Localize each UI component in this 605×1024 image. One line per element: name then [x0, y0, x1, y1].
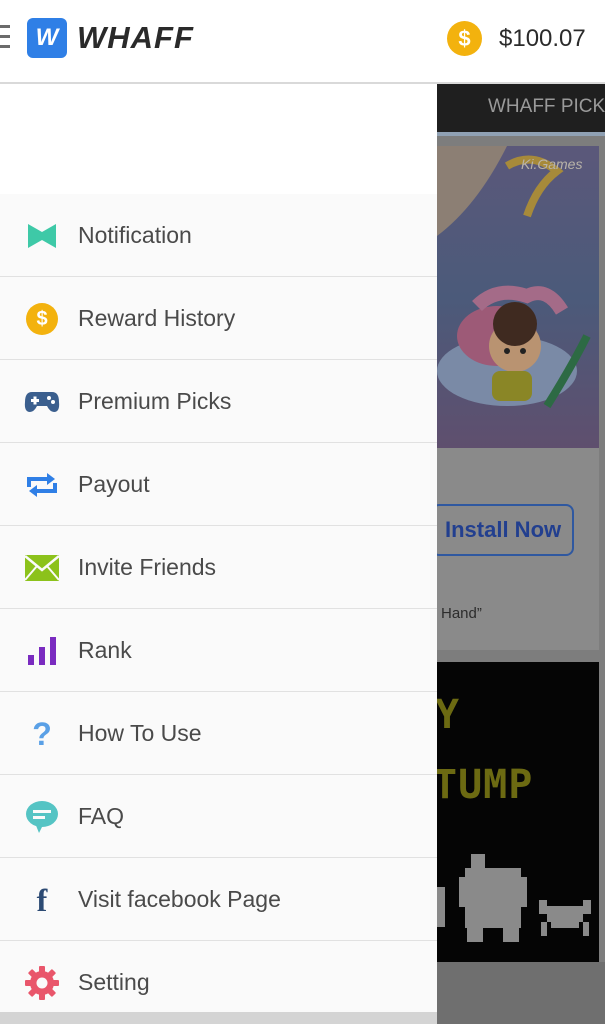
app-banner-image: Ki.Games: [437, 146, 599, 448]
logo-text: WHAFF: [77, 20, 194, 55]
navigation-drawer: Notification $ Reward History Premium Pi…: [0, 84, 437, 1024]
banner-brand: Ki.Games: [521, 156, 583, 172]
menu-label: Payout: [78, 471, 150, 497]
payout-icon: [24, 467, 60, 503]
menu-item-rank[interactable]: Rank: [0, 609, 437, 692]
menu-label: FAQ: [78, 803, 125, 829]
tab-indicator: [437, 132, 605, 136]
menu-label: Premium Picks: [78, 388, 232, 414]
menu-item-how-to-use[interactable]: ? How To Use: [0, 692, 437, 775]
menu-label: Visit facebook Page: [78, 886, 281, 912]
coin-icon: $: [24, 301, 60, 337]
notification-icon: [24, 218, 60, 254]
app-description: Hand”: [441, 605, 482, 622]
menu-item-payout[interactable]: Payout: [0, 443, 437, 526]
facebook-symbol: f: [36, 881, 48, 918]
menu-item-invite-friends[interactable]: Invite Friends: [0, 526, 437, 609]
faq-icon: [24, 799, 60, 835]
menu-item-reward-history[interactable]: $ Reward History: [0, 277, 437, 360]
gamepad-icon: [24, 384, 60, 420]
rank-icon: [24, 633, 60, 669]
menu-label: How To Use: [78, 720, 202, 746]
balance-value: $100.07: [499, 25, 586, 52]
install-now-button[interactable]: Install Now: [437, 504, 574, 556]
gear-icon: [24, 965, 60, 1001]
coin-icon: $: [447, 21, 482, 56]
background-tab-bar: WHAFF PICK: [437, 84, 605, 132]
menu-item-faq[interactable]: FAQ: [0, 775, 437, 858]
menu-label: Reward History: [78, 305, 236, 331]
app-card-2: Y TUMP: [437, 662, 599, 962]
menu-label: Notification: [78, 222, 192, 248]
pixel-art-characters: [437, 854, 591, 942]
menu-icon[interactable]: [0, 25, 12, 51]
background-content: WHAFF PICK Ki.Games Install Now Hand” Y …: [437, 84, 605, 1024]
drawer-menu: Notification $ Reward History Premium Pi…: [0, 194, 437, 1024]
menu-item-premium-picks[interactable]: Premium Picks: [0, 360, 437, 443]
background-bottom-strip: [437, 962, 605, 1024]
facebook-icon: f: [24, 882, 60, 918]
logo-badge: W: [27, 18, 67, 58]
menu-label: Invite Friends: [78, 554, 217, 580]
coin-symbol: $: [26, 303, 58, 335]
menu-label: Rank: [78, 637, 132, 663]
app-card: Ki.Games Install Now Hand”: [437, 146, 599, 650]
menu-item-visit-facebook[interactable]: f Visit facebook Page: [0, 858, 437, 941]
envelope-icon: [24, 550, 60, 586]
tab-whaff-pick[interactable]: WHAFF PICK: [488, 96, 605, 118]
question-symbol: ?: [32, 715, 52, 752]
drawer-footer: [0, 1012, 437, 1024]
banner-illustration: [437, 146, 599, 448]
app-bar: W WHAFF $ $100.07: [0, 0, 605, 84]
question-icon: ?: [24, 716, 60, 752]
menu-item-notification[interactable]: Notification: [0, 194, 437, 277]
drawer-header: [0, 84, 437, 194]
